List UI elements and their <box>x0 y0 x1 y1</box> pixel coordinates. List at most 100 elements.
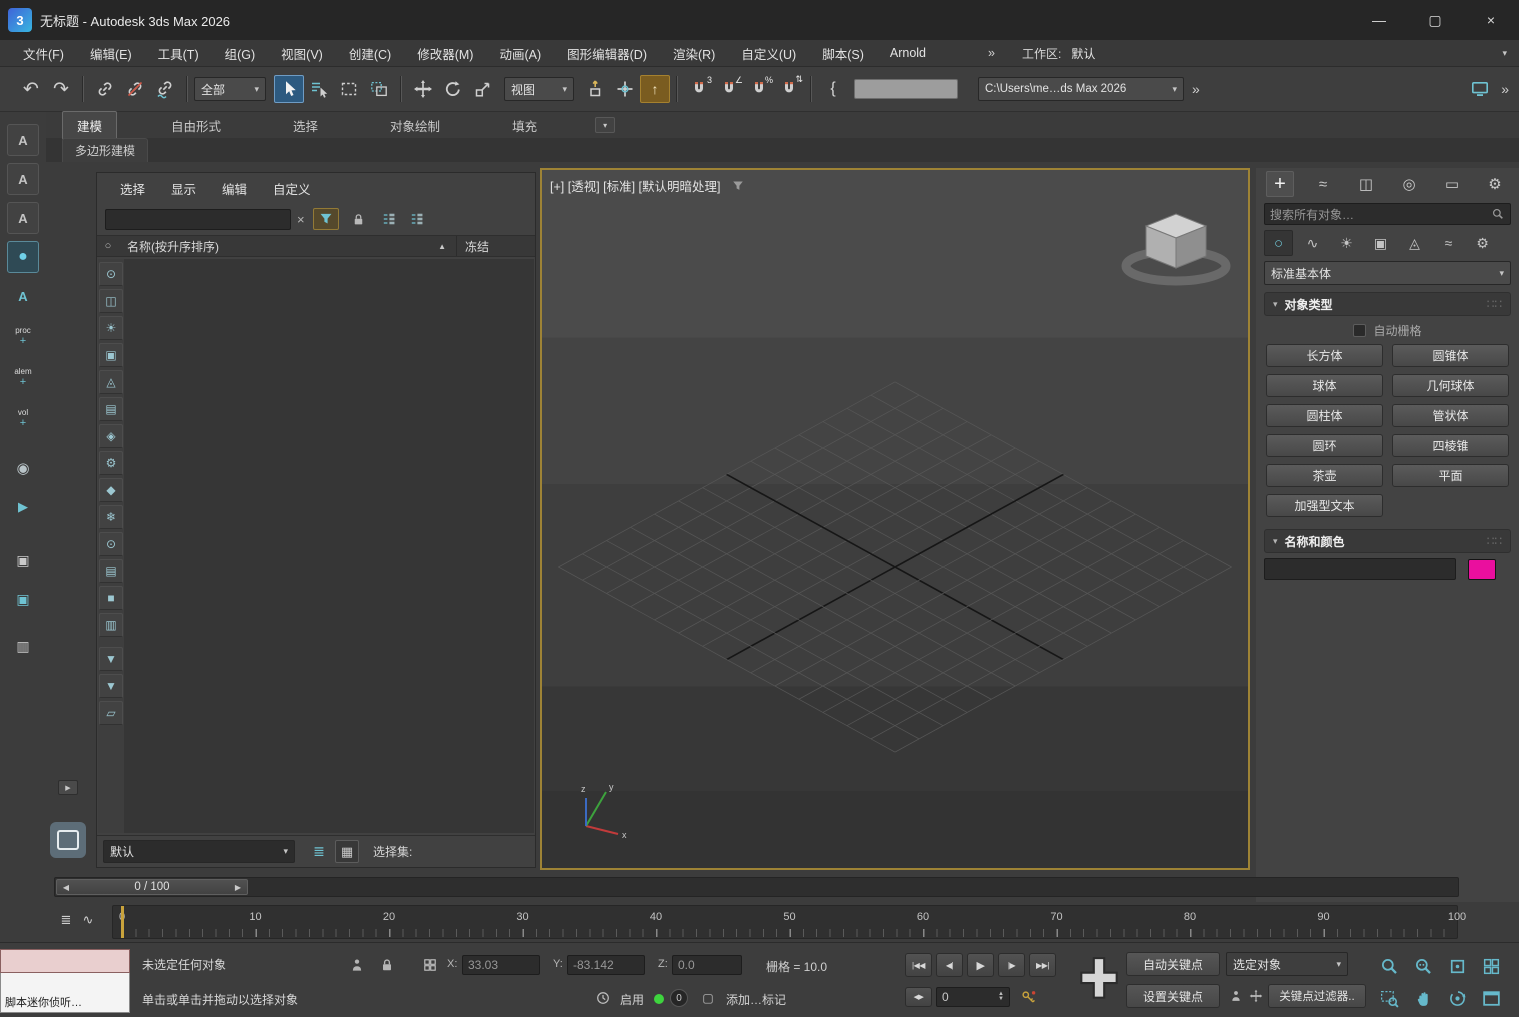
time-slider-next-button[interactable]: ▶ <box>229 880 247 894</box>
select-and-scale-button[interactable] <box>468 75 498 103</box>
current-frame-marker[interactable] <box>121 906 124 938</box>
track-bar-ruler[interactable]: 0 10 20 30 40 50 60 70 80 90 100 <box>112 905 1458 939</box>
maximize-viewport-button[interactable] <box>1474 983 1508 1013</box>
display-all-icon[interactable]: ⊙ <box>99 262 123 286</box>
key-filters-button[interactable]: 关键点过滤器.. <box>1268 984 1366 1008</box>
select-and-link-icon[interactable] <box>90 75 120 103</box>
create-tab-icon[interactable]: + <box>1266 171 1294 197</box>
select-by-name-button[interactable] <box>304 75 334 103</box>
menu-customize[interactable]: 自定义(U) <box>728 44 809 63</box>
add-time-tag[interactable]: 添加…标记 <box>726 991 786 1008</box>
menu-edit[interactable]: 编辑(E) <box>77 44 145 63</box>
toolbar-overflow2-icon[interactable]: » <box>1501 81 1509 97</box>
minimize-button[interactable]: — <box>1351 0 1407 40</box>
menu-modifiers[interactable]: 修改器(M) <box>404 44 486 63</box>
filter-clear-icon[interactable]: ▼ <box>99 674 123 698</box>
display-helpers-icon[interactable]: ◬ <box>99 370 123 394</box>
object-name-input[interactable] <box>1264 558 1456 580</box>
percent-snap-button[interactable]: % <box>744 75 774 103</box>
key-filters-person-icon[interactable] <box>1226 985 1246 1007</box>
ribbon-tab-populate[interactable]: 填充 <box>498 112 551 139</box>
key-icon[interactable] <box>1016 987 1040 1007</box>
category-shapes-icon[interactable]: ∿ <box>1298 230 1327 256</box>
show-frozen-icon[interactable]: ❄ <box>99 505 123 529</box>
textplus-button[interactable]: 加强型文本 <box>1266 494 1383 517</box>
alem-tool-icon[interactable]: alem+ <box>7 360 39 394</box>
viewport-filter-icon[interactable] <box>731 179 745 193</box>
y-coordinate-field[interactable]: -83.142 <box>567 955 645 975</box>
block-view-icon[interactable]: ■ <box>99 586 123 610</box>
set-key-big-button[interactable] <box>1078 955 1120 1007</box>
display-bones-icon[interactable]: ⚙ <box>99 451 123 475</box>
play-button[interactable]: ▶ <box>967 953 994 977</box>
named-selection-field[interactable] <box>854 79 958 99</box>
pin-a-icon[interactable]: A <box>7 280 39 312</box>
display-lights-icon[interactable]: ☀ <box>99 316 123 340</box>
plane-button[interactable]: 平面 <box>1392 464 1509 487</box>
auto-key-button[interactable]: 自动关键点 <box>1126 952 1220 976</box>
macro-recorder-pane[interactable] <box>0 949 130 973</box>
go-to-start-button[interactable]: |◀◀ <box>905 953 932 977</box>
column-name-header[interactable]: 名称(按升序排序) <box>127 238 219 255</box>
time-slider-track[interactable]: ◀ 0 / 100 ▶ <box>54 877 1459 897</box>
list-view-icon[interactable]: ▤ <box>99 559 123 583</box>
ribbon-collapse-button[interactable]: ▾ <box>595 117 615 133</box>
panel-expand-button[interactable]: ▶ <box>58 780 78 795</box>
orbit-button[interactable] <box>1440 983 1474 1013</box>
display-tab-icon[interactable]: ▭ <box>1438 171 1466 197</box>
category-geometry-icon[interactable]: ○ <box>1264 230 1293 256</box>
explorer-menu-edit[interactable]: 编辑 <box>209 179 260 198</box>
viewport-label[interactable]: [+] [透视] [标准] [默认明暗处理] <box>550 176 721 195</box>
bind-to-space-warp-icon[interactable] <box>150 75 180 103</box>
selected-filter-dropdown[interactable]: 选定对象▾ <box>1226 952 1348 976</box>
show-hidden-icon[interactable]: ⊙ <box>99 532 123 556</box>
menu-arnold[interactable]: Arnold <box>877 46 939 60</box>
menu-scripting[interactable]: 脚本(S) <box>809 44 877 63</box>
menu-group[interactable]: 组(G) <box>212 44 269 63</box>
category-lights-icon[interactable]: ☀ <box>1332 230 1361 256</box>
undo-button[interactable]: ↶ <box>16 75 46 103</box>
time-slider-prev-button[interactable]: ◀ <box>57 880 75 894</box>
maxscript-button[interactable]: { <box>818 75 848 103</box>
tube-button[interactable]: 管状体 <box>1392 404 1509 427</box>
autogrid-checkbox[interactable] <box>1353 324 1366 337</box>
angle-snap-button[interactable]: ∠ <box>714 75 744 103</box>
document-a1-icon[interactable]: A <box>7 124 39 156</box>
document-a3-icon[interactable]: A <box>7 202 39 234</box>
zoom-all-button[interactable] <box>1406 951 1440 981</box>
z-coordinate-field[interactable]: 0.0 <box>672 955 742 975</box>
isolate-selection-icon[interactable] <box>345 954 369 976</box>
window-crossing-icon[interactable] <box>364 75 394 103</box>
cylinder-button[interactable]: 圆柱体 <box>1266 404 1383 427</box>
toolbar-overflow-icon[interactable]: » <box>1192 81 1200 97</box>
sort-ascending-icon[interactable]: ▲ <box>438 242 446 251</box>
select-and-rotate-button[interactable] <box>438 75 468 103</box>
object-color-swatch[interactable] <box>1468 559 1496 580</box>
document-a2-icon[interactable]: A <box>7 163 39 195</box>
motion-tab-icon[interactable]: ◎ <box>1395 171 1423 197</box>
folder-view-icon[interactable]: ▱ <box>99 701 123 725</box>
time-slider[interactable]: ◀ 0 / 100 ▶ <box>56 879 248 895</box>
display-cameras-icon[interactable]: ▣ <box>99 343 123 367</box>
ribbon-panel-poly-modeling[interactable]: 多边形建模 <box>62 138 148 162</box>
layers-list-icon[interactable]: ≣ <box>307 840 331 863</box>
utilities-tab-icon[interactable]: ⚙ <box>1481 171 1509 197</box>
explorer-list-area[interactable] <box>124 259 534 833</box>
folder-icon[interactable]: ▣ <box>7 544 39 576</box>
ribbon-tab-modeling[interactable]: 建模 <box>62 111 117 140</box>
explorer-menu-select[interactable]: 选择 <box>107 179 158 198</box>
pyramid-button[interactable]: 四棱锥 <box>1392 434 1509 457</box>
windows-layout-icon[interactable]: ▥ <box>7 630 39 662</box>
cone-button[interactable]: 圆锥体 <box>1392 344 1509 367</box>
category-systems-icon[interactable]: ⚙ <box>1468 230 1497 256</box>
object-type-rollout[interactable]: ▾ 对象类型 ∷∷ <box>1264 292 1511 316</box>
category-helpers-icon[interactable]: ◬ <box>1400 230 1429 256</box>
ribbon-tab-freeform[interactable]: 自由形式 <box>157 112 235 139</box>
hierarchy-tab-icon[interactable]: ◫ <box>1352 171 1380 197</box>
next-frame-button[interactable]: |▶ <box>998 953 1025 977</box>
object-subtype-dropdown[interactable]: 标准基本体▾ <box>1264 261 1511 285</box>
set-key-button[interactable]: 设置关键点 <box>1126 984 1220 1008</box>
explorer-menu-customize[interactable]: 自定义 <box>260 179 324 198</box>
robot-tool-icon[interactable]: ◉ <box>7 452 39 484</box>
close-button[interactable]: × <box>1463 0 1519 40</box>
